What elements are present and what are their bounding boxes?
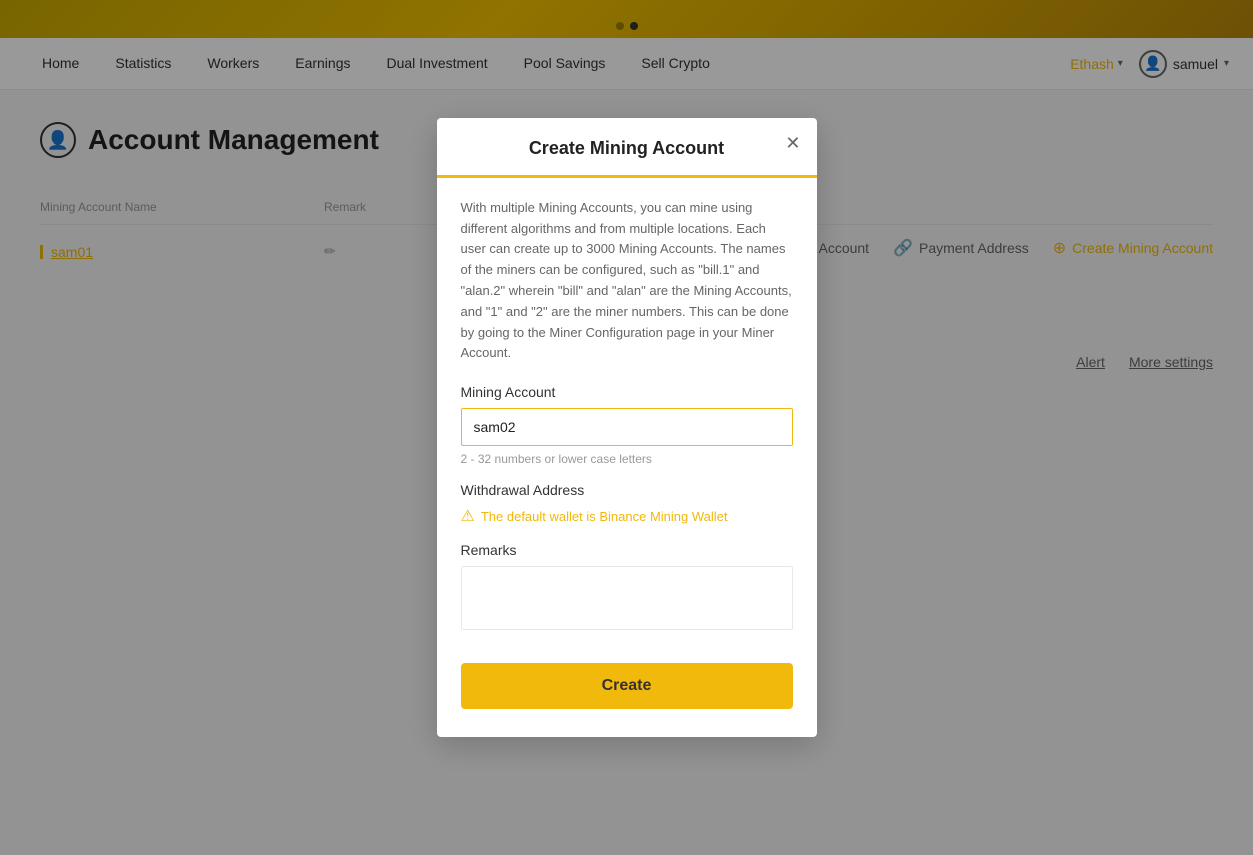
mining-account-label: Mining Account xyxy=(461,384,793,400)
remarks-field: Remarks xyxy=(461,542,793,635)
mining-account-field: Mining Account 2 - 32 numbers or lower c… xyxy=(461,384,793,466)
warning-icon: ⚠ xyxy=(461,506,475,526)
mining-account-hint: 2 - 32 numbers or lower case letters xyxy=(461,452,793,466)
modal-description: With multiple Mining Accounts, you can m… xyxy=(461,198,793,364)
modal: Create Mining Account ✕ With multiple Mi… xyxy=(437,118,817,737)
modal-overlay: Create Mining Account ✕ With multiple Mi… xyxy=(0,0,1253,855)
withdrawal-address-label: Withdrawal Address xyxy=(461,482,793,498)
withdrawal-warning-text: The default wallet is Binance Mining Wal… xyxy=(481,509,728,524)
modal-header: Create Mining Account ✕ xyxy=(437,118,817,178)
withdrawal-warning: ⚠ The default wallet is Binance Mining W… xyxy=(461,506,793,526)
modal-close-button[interactable]: ✕ xyxy=(785,134,800,152)
create-button[interactable]: Create xyxy=(461,663,793,709)
remarks-input[interactable] xyxy=(461,566,793,630)
remarks-label: Remarks xyxy=(461,542,793,558)
modal-title: Create Mining Account xyxy=(461,138,793,159)
modal-body: With multiple Mining Accounts, you can m… xyxy=(437,178,817,737)
withdrawal-address-field: Withdrawal Address ⚠ The default wallet … xyxy=(461,482,793,526)
mining-account-input[interactable] xyxy=(461,408,793,446)
